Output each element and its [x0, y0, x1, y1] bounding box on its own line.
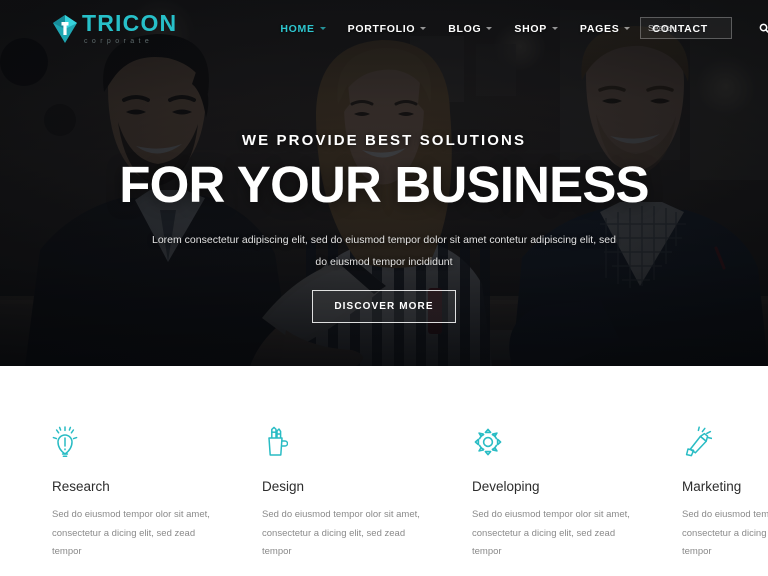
nav-label-shop: SHOP [514, 22, 547, 35]
service-card-marketing: Marketing Sed do eiusmod tempor olor sit… [682, 425, 768, 576]
search-box [640, 17, 768, 39]
chevron-down-icon [420, 27, 427, 30]
hero-content: WE PROVIDE BEST SOLUTIONS FOR YOUR BUSIN… [0, 132, 768, 324]
logo-name: TRICON [82, 10, 178, 36]
service-description-developing: Sed do eiusmod tempor olor sit amet, con… [472, 509, 630, 558]
service-card-research: Research Sed do eiusmod tempor olor sit … [52, 425, 210, 576]
service-description-design: Sed do eiusmod tempor olor sit amet, con… [262, 509, 420, 558]
discover-more-button[interactable]: DISCOVER MORE [312, 290, 456, 324]
nav-item-shop[interactable]: SHOP [503, 23, 569, 35]
chevron-down-icon [486, 27, 493, 30]
nav-label-home: HOME [280, 22, 315, 35]
nav-label-portfolio: PORTFOLIO [347, 22, 416, 35]
page-root: TRICON corporate HOME PORTFOLIO BLOG SHO… [0, 0, 768, 576]
hero-banner: TRICON corporate HOME PORTFOLIO BLOG SHO… [0, 0, 768, 366]
nav-item-home[interactable]: HOME [269, 23, 336, 35]
nav-item-pages[interactable]: PAGES [569, 23, 641, 35]
chevron-down-icon [624, 27, 631, 30]
service-description-research: Sed do eiusmod tempor olor sit amet, con… [52, 509, 210, 558]
diamond-logo-icon [53, 14, 77, 43]
logo-tagline: corporate [84, 38, 154, 45]
service-card-design: Design Sed do eiusmod tempor olor sit am… [262, 425, 420, 576]
services-section: Research Sed do eiusmod tempor olor sit … [0, 366, 768, 576]
service-title-developing: Developing [472, 479, 540, 494]
nav-label-blog: BLOG [448, 22, 482, 35]
hero-kicker: WE PROVIDE BEST SOLUTIONS [241, 132, 527, 149]
hero-description: Lorem consectetur adipiscing elit, sed d… [152, 234, 616, 269]
service-title-research: Research [52, 479, 110, 494]
site-logo[interactable]: TRICON corporate [52, 12, 177, 45]
site-header: TRICON corporate HOME PORTFOLIO BLOG SHO… [0, 0, 768, 57]
service-title-marketing: Marketing [682, 479, 742, 494]
chevron-down-icon [319, 27, 326, 30]
service-card-developing: Developing Sed do eiusmod tempor olor si… [472, 425, 630, 576]
megaphone-icon [682, 425, 768, 459]
nav-label-pages: PAGES [579, 22, 620, 35]
search-button[interactable] [759, 18, 768, 38]
nav-item-portfolio[interactable]: PORTFOLIO [337, 23, 438, 35]
search-input[interactable] [641, 23, 759, 33]
search-icon [759, 23, 768, 33]
lightbulb-icon [52, 425, 210, 459]
hero-title: FOR YOUR BUSINESS [119, 156, 649, 213]
chevron-down-icon [551, 27, 558, 30]
pen-cup-icon [262, 425, 420, 459]
nav-item-blog[interactable]: BLOG [437, 23, 503, 35]
gear-icon [472, 425, 630, 459]
service-description-marketing: Sed do eiusmod tempor olor sit amet, con… [682, 509, 768, 558]
service-title-design: Design [262, 479, 305, 494]
